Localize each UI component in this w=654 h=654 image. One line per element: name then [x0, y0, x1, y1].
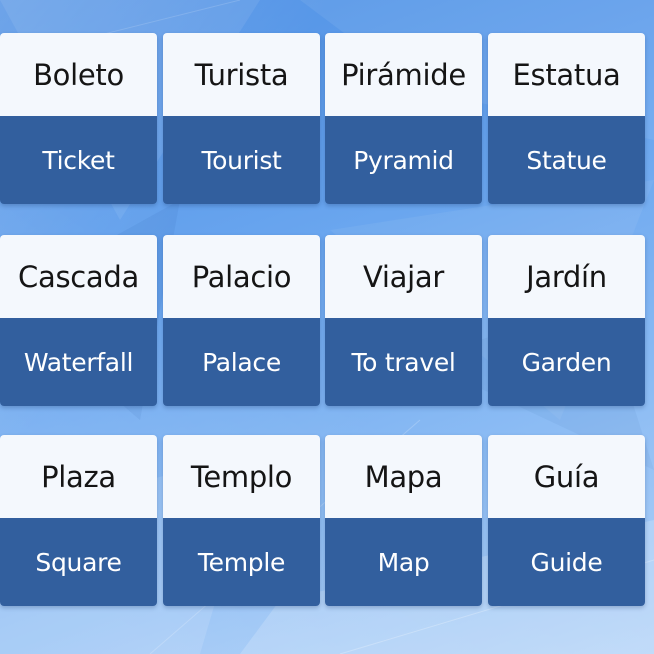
vocab-card-estatua: Estatua Statue [488, 33, 645, 204]
card-english-panel: Ticket [0, 116, 157, 204]
vocab-card-mapa: Mapa Map [325, 435, 482, 606]
spanish-word: Pirámide [341, 57, 466, 92]
card-english-panel: Square [0, 518, 157, 606]
card-english-panel: Guide [488, 518, 645, 606]
english-translation: Waterfall [23, 347, 134, 377]
spanish-word: Viajar [363, 259, 444, 294]
vocab-card-jardin: Jardín Garden [488, 235, 645, 406]
card-spanish-panel: Turista [163, 33, 320, 116]
card-english-panel: Garden [488, 318, 645, 406]
card-spanish-panel: Boleto [0, 33, 157, 116]
spanish-word: Plaza [41, 459, 116, 494]
spanish-word: Boleto [33, 57, 124, 92]
spanish-word: Guía [533, 459, 600, 494]
vocabulary-grid: Boleto Ticket Turista Tourist Pirámide P… [0, 33, 654, 608]
card-english-panel: Waterfall [0, 318, 157, 406]
spanish-word: Mapa [364, 459, 443, 494]
vocab-card-palacio: Palacio Palace [163, 235, 320, 406]
vocab-card-turista: Turista Tourist [163, 33, 320, 204]
vocab-card-guia: Guía Guide [488, 435, 645, 606]
card-english-panel: To travel [325, 318, 482, 406]
vocab-card-templo: Templo Temple [163, 435, 320, 606]
spanish-word: Palacio [191, 259, 292, 294]
english-translation: To travel [351, 347, 456, 377]
vocab-card-cascada: Cascada Waterfall [0, 235, 157, 406]
english-translation: Map [377, 547, 430, 577]
card-spanish-panel: Templo [163, 435, 320, 518]
card-spanish-panel: Pirámide [325, 33, 482, 116]
card-spanish-panel: Cascada [0, 235, 157, 318]
spanish-word: Templo [190, 459, 293, 494]
card-english-panel: Pyramid [325, 116, 482, 204]
english-translation: Temple [197, 547, 286, 577]
card-spanish-panel: Mapa [325, 435, 482, 518]
english-translation: Square [35, 547, 122, 577]
english-translation: Pyramid [353, 145, 454, 175]
card-spanish-panel: Plaza [0, 435, 157, 518]
card-spanish-panel: Guía [488, 435, 645, 518]
spanish-word: Cascada [18, 259, 139, 294]
vocab-card-plaza: Plaza Square [0, 435, 157, 606]
card-spanish-panel: Jardín [488, 235, 645, 318]
vocab-card-viajar: Viajar To travel [325, 235, 482, 406]
spanish-word: Turista [194, 57, 289, 92]
english-translation: Guide [530, 547, 603, 577]
card-spanish-panel: Palacio [163, 235, 320, 318]
card-english-panel: Statue [488, 116, 645, 204]
card-english-panel: Map [325, 518, 482, 606]
spanish-word: Estatua [512, 57, 621, 92]
english-translation: Statue [526, 145, 607, 175]
card-english-panel: Tourist [163, 116, 320, 204]
vocab-card-piramide: Pirámide Pyramid [325, 33, 482, 204]
card-english-panel: Temple [163, 518, 320, 606]
english-translation: Garden [521, 347, 612, 377]
spanish-word: Jardín [526, 259, 607, 294]
card-english-panel: Palace [163, 318, 320, 406]
english-translation: Ticket [42, 145, 115, 175]
english-translation: Tourist [201, 145, 282, 175]
card-spanish-panel: Estatua [488, 33, 645, 116]
card-spanish-panel: Viajar [325, 235, 482, 318]
english-translation: Palace [202, 347, 281, 377]
vocab-card-boleto: Boleto Ticket [0, 33, 157, 204]
